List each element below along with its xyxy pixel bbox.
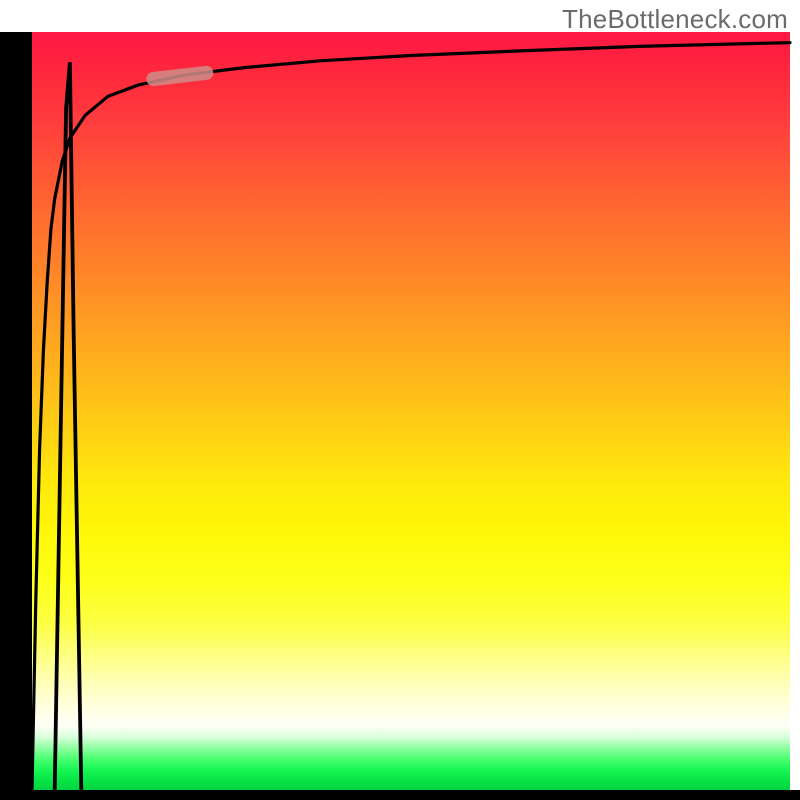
x-axis <box>0 790 800 800</box>
watermark-text: TheBottleneck.com <box>562 4 788 35</box>
curve-layer <box>32 32 790 790</box>
bottleneck-curve <box>32 43 790 790</box>
chart-container: TheBottleneck.com <box>0 0 800 800</box>
y-axis <box>0 32 32 790</box>
highlight-segment <box>153 73 206 79</box>
